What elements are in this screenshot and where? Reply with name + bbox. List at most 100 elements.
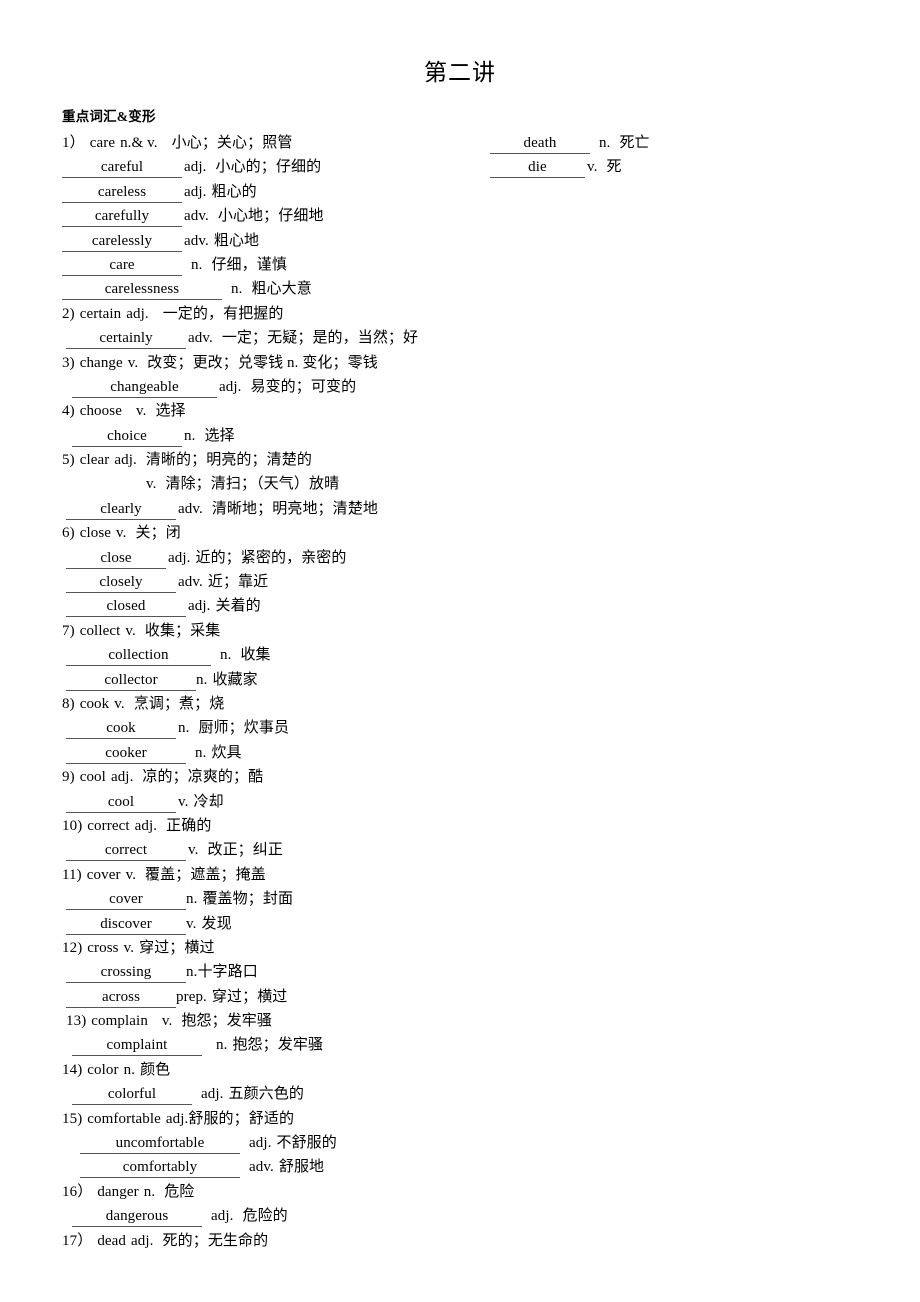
form-pos: adv. — [178, 574, 203, 591]
form-pos: adj. — [201, 1086, 224, 1103]
answer-blank[interactable]: careless — [62, 181, 182, 203]
vocabulary-list-left-column: 1） care n.& v. 小心；关心；照管 careful adj. 小心的；仔细的 … — [62, 131, 472, 1253]
answer-blank[interactable]: carelessness — [62, 278, 222, 301]
entry-headword: 17） dead adj. 死的；无生命的 — [62, 1229, 472, 1253]
entry-number: 14) — [62, 1061, 83, 1078]
answer-blank[interactable]: cooker — [66, 742, 186, 764]
answer-blank[interactable]: discover — [66, 913, 186, 935]
answer-blank[interactable]: cover — [66, 888, 186, 911]
entry-number: 11) — [62, 866, 82, 883]
form-meaning: 改正；纠正 — [207, 842, 283, 859]
entry-number: 13) — [66, 1013, 87, 1030]
derived-form-row: death n. 死亡 — [490, 131, 850, 155]
answer-blank[interactable]: uncomfortable — [80, 1132, 240, 1155]
form-meaning: 清晰地；明亮地；清楚地 — [211, 500, 378, 517]
form-meaning: 易变的；可变的 — [250, 378, 357, 395]
answer-blank[interactable]: changeable — [72, 376, 217, 398]
derived-form-row: discover v. 发现 — [62, 912, 472, 936]
entry-headword: 15) comfortable adj.舒服的；舒适的 — [62, 1107, 472, 1131]
entry-pos: v. — [161, 1013, 173, 1030]
form-meaning: 粗心地 — [213, 232, 260, 249]
derived-form-row: certainly adv. 一定；无疑；是的，当然；好 — [62, 326, 472, 350]
form-meaning: 覆盖物；封面 — [202, 891, 294, 908]
entry-extra-sense-row: v. 清除；清扫；（天气）放晴 — [62, 472, 472, 496]
entry-word: cool — [79, 769, 106, 786]
answer-blank[interactable]: cool — [66, 791, 176, 813]
entry-word: complain — [91, 1013, 148, 1030]
entry-headword: 7) collect v. 收集；采集 — [62, 619, 472, 643]
extra-sense-meaning: 清除；清扫；（天气）放晴 — [165, 476, 340, 493]
form-meaning: 粗心的 — [211, 183, 257, 200]
answer-blank[interactable]: care — [62, 254, 182, 276]
answer-blank[interactable]: closed — [66, 595, 186, 618]
section-heading: 重点词汇&变形 — [62, 109, 156, 124]
entry-meaning: 穿过；横过 — [139, 939, 215, 956]
entry-word: care — [89, 135, 116, 151]
answer-blank[interactable]: comfortably — [80, 1156, 240, 1179]
answer-blank[interactable]: certainly — [66, 327, 186, 350]
entry-number: 10) — [62, 817, 83, 834]
answer-blank[interactable]: careful — [62, 156, 182, 179]
answer-blank[interactable]: cook — [66, 717, 176, 740]
entry-meaning: 一定的，有把握的 — [162, 305, 284, 322]
answer-blank[interactable]: die — [490, 156, 585, 179]
entry-pos: n. — [123, 1061, 136, 1078]
answer-blank[interactable]: clearly — [66, 498, 176, 520]
form-meaning: 不舒服的 — [276, 1135, 337, 1152]
derived-form-row: cook n. 厨师；炊事员 — [62, 716, 472, 740]
answer-blank[interactable]: closely — [66, 571, 176, 594]
answer-blank[interactable]: colorful — [72, 1083, 192, 1106]
answer-blank[interactable]: carefully — [62, 205, 182, 228]
entry-number: 2) — [62, 305, 75, 322]
derived-form-row: correct v. 改正；纠正 — [62, 838, 472, 862]
entry-word: choose — [79, 403, 122, 420]
derived-form-row: uncomfortable adj. 不舒服的 — [62, 1131, 472, 1155]
derived-form-row: dangerous adj. 危险的 — [62, 1204, 472, 1228]
answer-blank[interactable]: dangerous — [72, 1205, 202, 1228]
entry-headword: 10) correct adj. 正确的 — [62, 814, 472, 838]
entry-pos: v. — [116, 525, 127, 542]
form-meaning: 十字路口 — [197, 964, 258, 981]
entry-headword: 8) cook v. 烹调；煮；烧 — [62, 692, 472, 716]
form-pos: adj. — [249, 1135, 272, 1152]
form-meaning: 一定；无疑；是的，当然；好 — [221, 330, 419, 347]
entry-number: 8) — [62, 695, 75, 712]
form-pos: adv. — [184, 208, 209, 225]
entry-headword: 16） danger n. 危险 — [62, 1180, 472, 1204]
answer-blank[interactable]: carelessly — [62, 230, 182, 252]
entry-meaning: 舒服的；舒适的 — [188, 1110, 295, 1127]
entry-headword: 9) cool adj. 凉的；凉爽的；酷 — [62, 765, 472, 789]
answer-blank[interactable]: collection — [66, 644, 211, 667]
form-meaning: 舒服地 — [278, 1159, 325, 1176]
entry-word: cover — [86, 866, 121, 883]
form-meaning: 近；靠近 — [207, 574, 269, 591]
answer-blank[interactable]: correct — [66, 839, 186, 862]
answer-blank[interactable]: across — [66, 986, 176, 1008]
entry-headword: 4) choose v. 选择 — [62, 399, 472, 423]
form-pos: adv. — [184, 232, 209, 249]
entry-pos: adj. — [126, 305, 149, 322]
page-title: 第二讲 — [0, 58, 920, 88]
answer-blank[interactable]: close — [66, 547, 166, 569]
entry-number: 6) — [62, 525, 75, 542]
answer-blank[interactable]: crossing — [66, 961, 186, 984]
answer-blank[interactable]: choice — [72, 425, 182, 447]
entry-headword: 3) change v. 改变；更改；兑零钱 n. 变化；零钱 — [62, 351, 472, 375]
form-meaning: 近的；紧密的，亲密的 — [195, 549, 347, 566]
entry-pos: adj. — [114, 452, 137, 469]
answer-blank[interactable]: collector — [66, 669, 196, 691]
answer-blank[interactable]: death — [490, 132, 590, 154]
entry-meaning: 危险 — [164, 1183, 195, 1200]
form-meaning: 危险的 — [242, 1208, 288, 1225]
derived-form-row: clearly adv. 清晰地；明亮地；清楚地 — [62, 497, 472, 521]
form-pos: v. — [587, 159, 598, 176]
form-pos: n. — [599, 135, 611, 151]
derived-form-row: careful adj. 小心的；仔细的 — [62, 155, 472, 179]
derived-form-row: carelessness n. 粗心大意 — [62, 277, 472, 301]
answer-blank[interactable]: complaint — [72, 1034, 202, 1057]
entry-word: comfortable — [87, 1110, 161, 1127]
form-pos: n. — [191, 256, 203, 273]
form-meaning: 抱怨；发牢骚 — [232, 1037, 324, 1054]
derived-form-row: choice n. 选择 — [62, 424, 472, 448]
page-title-text: 第二讲 — [424, 60, 496, 85]
